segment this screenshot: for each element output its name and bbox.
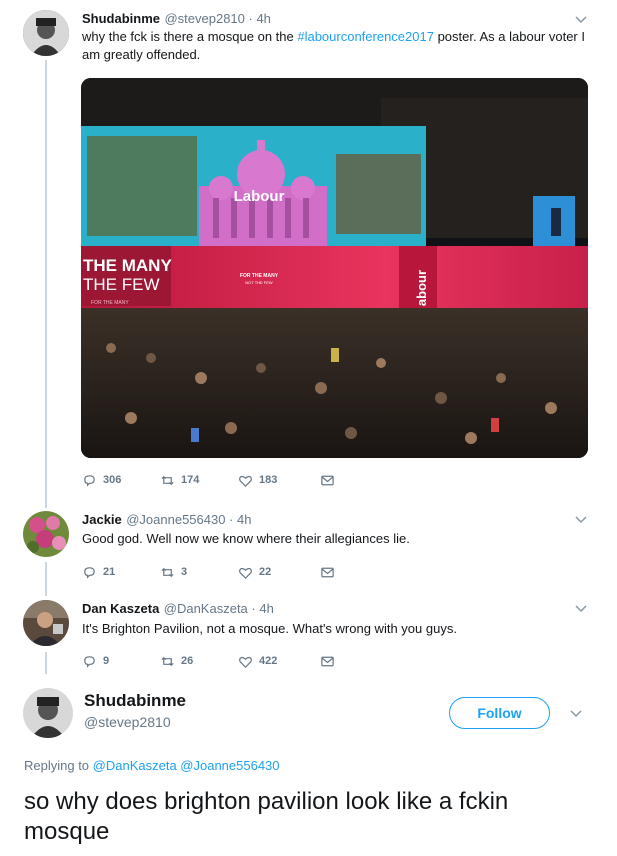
message-button[interactable]	[320, 565, 335, 580]
reply-count: 21	[103, 566, 116, 578]
tweet-text: Good god. Well now we know where their a…	[82, 531, 410, 546]
author-handle[interactable]: @stevep2810 · 4h	[164, 11, 270, 26]
author-name[interactable]: Jackie	[82, 512, 122, 527]
tweet-text: It's Brighton Pavilion, not a mosque. Wh…	[82, 621, 457, 636]
image-stage-text: NOT THE FEW	[245, 280, 273, 285]
image-side-text: abour	[414, 270, 429, 306]
heart-icon	[239, 475, 252, 487]
message-button[interactable]	[320, 473, 335, 488]
reply-button[interactable]: 9	[82, 654, 160, 669]
tweet-text: why the fck is there a mosque on the #la…	[82, 29, 585, 62]
image-stage-text: FOR THE MANY	[240, 273, 279, 279]
chevron-down-icon[interactable]	[574, 512, 588, 526]
tweet-actions: 306 174 183	[82, 471, 335, 489]
image-banner-text: THE FEW	[83, 275, 160, 294]
replying-to: Replying to @DanKaszeta @Joanne556430	[24, 758, 280, 773]
reply-icon	[84, 474, 95, 487]
reply-count: 306	[103, 474, 122, 486]
like-button[interactable]: 183	[238, 473, 320, 488]
author-name[interactable]: Shudabinme	[82, 11, 160, 26]
reply-button[interactable]: 306	[82, 473, 160, 488]
envelope-icon	[321, 567, 334, 577]
tweet-image[interactable]: Labour THE MANY THE FEW FOR THE MANY FOR…	[81, 78, 588, 458]
image-banner-text: THE MANY	[83, 256, 172, 275]
image-banner-text: FOR THE MANY	[91, 300, 129, 306]
avatar[interactable]	[23, 511, 69, 557]
retweet-button[interactable]: 174	[160, 473, 238, 488]
replying-to-links[interactable]: @DanKaszeta @Joanne556430	[93, 758, 280, 773]
tweet-actions: 9 26 422	[82, 652, 335, 670]
reply-icon	[84, 566, 95, 579]
thread-line	[45, 60, 47, 508]
envelope-icon	[321, 656, 334, 666]
main-author-handle[interactable]: @stevep2810	[84, 714, 171, 730]
avatar[interactable]	[23, 600, 69, 646]
chevron-down-icon[interactable]	[574, 601, 588, 615]
envelope-icon	[321, 475, 334, 485]
retweet-count: 174	[181, 474, 200, 486]
image-screen-logo: Labour	[234, 188, 285, 205]
retweet-button[interactable]: 26	[160, 654, 238, 669]
like-count: 422	[259, 655, 278, 667]
retweet-icon	[161, 656, 174, 666]
avatar[interactable]	[23, 10, 69, 56]
hashtag-link[interactable]: #labourconference2017	[297, 29, 434, 44]
reply-count: 9	[103, 655, 110, 667]
avatar[interactable]	[23, 688, 73, 738]
thread-line	[45, 562, 47, 596]
heart-icon	[239, 656, 252, 668]
like-count: 183	[259, 474, 278, 486]
author-handle[interactable]: @Joanne556430 · 4h	[126, 512, 251, 527]
retweet-icon	[161, 475, 174, 485]
main-tweet-text: so why does brighton pavilion look like …	[24, 788, 509, 845]
retweet-button[interactable]: 3	[160, 565, 238, 580]
heart-icon	[239, 567, 252, 579]
chevron-down-icon[interactable]	[569, 706, 583, 720]
like-button[interactable]: 422	[238, 654, 320, 669]
retweet-count: 3	[181, 566, 188, 578]
message-button[interactable]	[320, 654, 335, 669]
like-count: 22	[259, 566, 272, 578]
retweet-icon	[161, 567, 174, 577]
author-name[interactable]: Dan Kaszeta	[82, 601, 159, 616]
reply-icon	[84, 655, 95, 668]
main-author-name[interactable]: Shudabinme	[84, 691, 186, 711]
author-handle[interactable]: @DanKaszeta · 4h	[164, 601, 274, 616]
thread-line	[45, 652, 47, 674]
like-button[interactable]: 22	[238, 565, 320, 580]
chevron-down-icon[interactable]	[574, 12, 588, 26]
reply-button[interactable]: 21	[82, 565, 160, 580]
retweet-count: 26	[181, 655, 194, 667]
tweet-actions: 21 3 22	[82, 563, 335, 581]
follow-button[interactable]: Follow	[449, 697, 550, 729]
